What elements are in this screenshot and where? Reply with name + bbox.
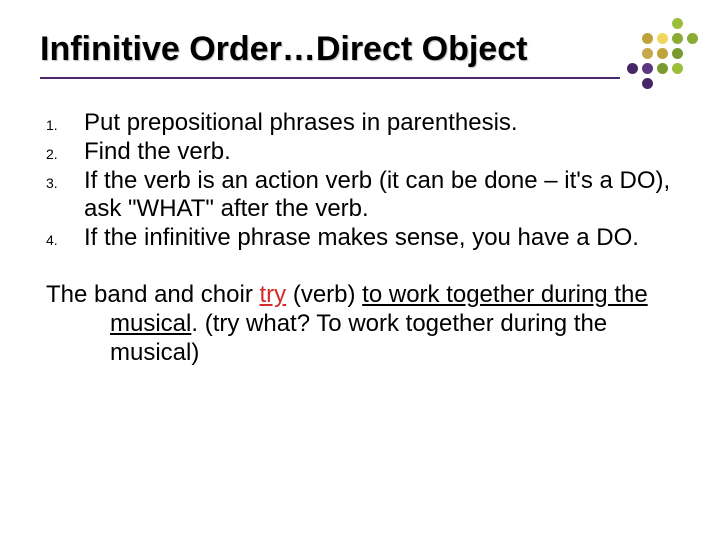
dot-icon bbox=[657, 63, 668, 74]
dot-icon bbox=[657, 33, 668, 44]
slide: Infinitive Order…Direct Object 1. Put pr… bbox=[0, 0, 720, 540]
dot-icon bbox=[627, 33, 638, 44]
dot-icon bbox=[642, 18, 653, 29]
dot-icon bbox=[687, 18, 698, 29]
example-verb: try bbox=[259, 281, 286, 308]
example-sentence: The band and choir try (verb) to work to… bbox=[46, 281, 680, 367]
dot-icon bbox=[627, 78, 638, 89]
dot-icon bbox=[642, 78, 653, 89]
dot-icon bbox=[627, 18, 638, 29]
title-underline bbox=[40, 77, 620, 79]
dot-icon bbox=[672, 63, 683, 74]
list-number: 3. bbox=[46, 167, 84, 192]
dot-icon bbox=[687, 48, 698, 59]
ordered-list: 1. Put prepositional phrases in parenthe… bbox=[46, 109, 680, 253]
dot-icon bbox=[642, 33, 653, 44]
example-period: . bbox=[191, 310, 204, 337]
list-number: 1. bbox=[46, 109, 84, 134]
list-text: Find the verb. bbox=[84, 138, 680, 167]
list-item: 3. If the verb is an action verb (it can… bbox=[46, 167, 680, 225]
list-text: If the infinitive phrase makes sense, yo… bbox=[84, 224, 680, 253]
dot-icon bbox=[687, 78, 698, 89]
dot-icon bbox=[672, 48, 683, 59]
dot-icon bbox=[672, 78, 683, 89]
decorative-dots bbox=[627, 18, 700, 91]
list-item: 4. If the infinitive phrase makes sense,… bbox=[46, 224, 680, 253]
dot-icon bbox=[672, 18, 683, 29]
dot-icon bbox=[672, 33, 683, 44]
dot-icon bbox=[657, 18, 668, 29]
list-text: If the verb is an action verb (it can be… bbox=[84, 167, 680, 225]
dot-icon bbox=[627, 63, 638, 74]
list-number: 2. bbox=[46, 138, 84, 163]
list-number: 4. bbox=[46, 224, 84, 249]
list-item: 2. Find the verb. bbox=[46, 138, 680, 167]
example-verb-note: (verb) bbox=[286, 281, 362, 308]
list-item: 1. Put prepositional phrases in parenthe… bbox=[46, 109, 680, 138]
list-text: Put prepositional phrases in parenthesis… bbox=[84, 109, 680, 138]
dot-icon bbox=[627, 48, 638, 59]
slide-title: Infinitive Order…Direct Object bbox=[40, 30, 680, 69]
dot-icon bbox=[657, 78, 668, 89]
dot-icon bbox=[687, 33, 698, 44]
dot-icon bbox=[642, 48, 653, 59]
dot-icon bbox=[687, 63, 698, 74]
example-lead: The band and choir bbox=[46, 281, 259, 308]
dot-icon bbox=[642, 63, 653, 74]
dot-icon bbox=[657, 48, 668, 59]
